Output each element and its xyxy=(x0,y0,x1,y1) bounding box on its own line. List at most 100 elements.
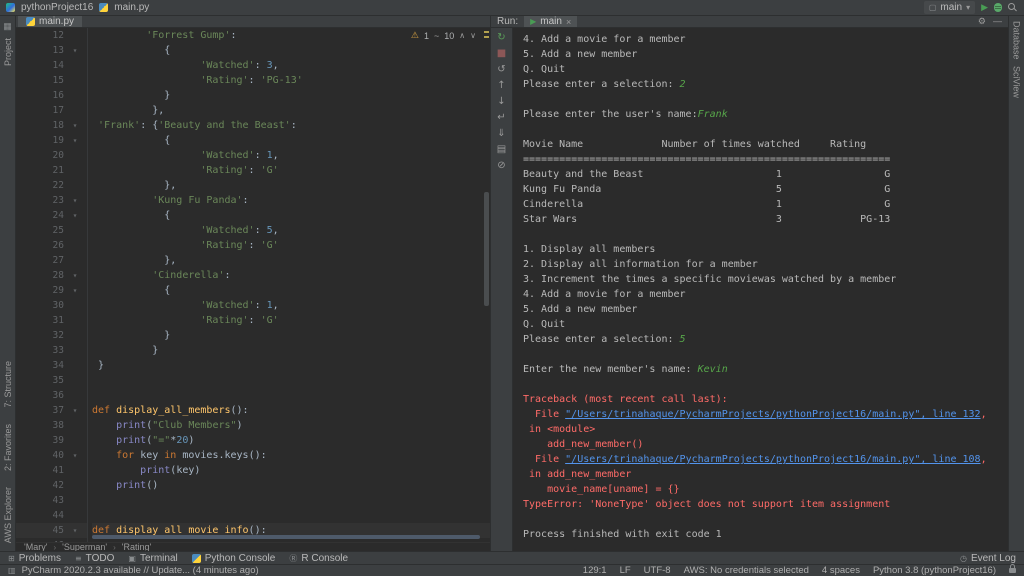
fold-icon[interactable]: ▾ xyxy=(64,208,86,223)
tool-button-label: Terminal xyxy=(139,552,178,564)
status-item[interactable]: Python 3.8 (pythonProject16) xyxy=(873,565,996,576)
console-line: ========================================… xyxy=(523,152,1008,167)
rerun-icon[interactable]: ↻ xyxy=(497,32,505,43)
fold-icon[interactable]: ▾ xyxy=(64,268,86,283)
console-text: 1. Display all members xyxy=(523,244,656,255)
code-token: display_all_members xyxy=(116,405,231,416)
code-line: 'Cinderella': xyxy=(92,268,490,283)
run-icon: ▶ xyxy=(530,17,537,26)
editor-tab-main-py[interactable]: main.py xyxy=(18,16,83,27)
close-icon[interactable]: × xyxy=(566,17,571,27)
console-text: in <module> xyxy=(523,424,596,435)
fold-icon[interactable]: ▾ xyxy=(64,133,86,148)
run-config-selector[interactable]: ▢ main ▾ xyxy=(923,1,976,14)
stop-icon[interactable]: ■ xyxy=(497,48,506,59)
next-warning-icon[interactable]: ∨ xyxy=(470,31,476,40)
console-text: Kung Fu Panda 5 G xyxy=(523,184,891,195)
inspection-widget[interactable]: ⚠ 1 ~10 ∧ ∨ xyxy=(411,30,476,41)
console-line: movie_name[uname] = {} xyxy=(523,482,1008,497)
fold-icon[interactable]: ▾ xyxy=(64,193,86,208)
line-number: 44 xyxy=(52,510,64,521)
right-tool-stripe: Database SciView xyxy=(1008,16,1024,551)
tool-button-terminal[interactable]: ▣ Terminal xyxy=(128,553,177,564)
status-item[interactable]: AWS: No credentials selected xyxy=(684,565,809,576)
hide-panel-icon[interactable]: — xyxy=(993,16,1002,27)
console-text: 4. Add a movie for a member xyxy=(523,289,686,300)
horizontal-scrollbar[interactable] xyxy=(92,535,480,539)
code-token: "Club Members" xyxy=(152,420,237,431)
debug-button[interactable] xyxy=(994,3,1002,12)
warning-stripe-mark[interactable] xyxy=(484,36,489,38)
traceback-link[interactable]: "/Users/trinahaque/PycharmProjects/pytho… xyxy=(565,409,980,420)
gutter-row: 20 xyxy=(16,148,87,163)
scrollbar-thumb[interactable] xyxy=(484,192,489,306)
stripe-button-project[interactable]: Project xyxy=(3,38,13,66)
tool-button-icon: ≡ xyxy=(74,553,82,563)
up-stack-trace-icon[interactable]: ↑ xyxy=(497,80,505,91)
stripe-button-sciview[interactable]: SciView xyxy=(1012,66,1022,98)
fold-icon[interactable]: ▾ xyxy=(64,43,86,58)
code-token: : xyxy=(224,270,231,281)
fold-icon[interactable]: ▾ xyxy=(64,283,86,298)
settings-gear-icon[interactable]: ⚙ xyxy=(978,16,986,27)
prev-warning-icon[interactable]: ∧ xyxy=(459,31,465,40)
line-number: 22 xyxy=(52,180,64,191)
line-number: 24 xyxy=(52,210,64,221)
code-token: ) xyxy=(194,465,201,476)
tool-button-todo[interactable]: ≡ TODO xyxy=(75,553,114,564)
gutter-row: 46 xyxy=(16,538,87,542)
warning-icon: ⚠ xyxy=(410,30,419,40)
down-stack-trace-icon[interactable]: ↓ xyxy=(497,96,505,107)
run-button[interactable]: ▶ xyxy=(981,2,988,13)
warning-stripe-mark[interactable] xyxy=(484,31,489,33)
tool-button-problems[interactable]: ⊞ Problems xyxy=(8,553,61,564)
tool-button-r-console[interactable]: Ⓡ R Console xyxy=(289,553,348,564)
status-item[interactable]: LF xyxy=(620,565,631,576)
console-text: 3. Increment the times a specific moview… xyxy=(523,274,897,285)
fold-icon[interactable]: ▾ xyxy=(64,448,86,463)
status-item[interactable]: UTF-8 xyxy=(644,565,671,576)
search-everywhere-icon[interactable] xyxy=(1008,2,1018,13)
traceback-link[interactable]: "/Users/trinahaque/PycharmProjects/pytho… xyxy=(565,454,980,465)
stripe-button-database[interactable]: Database xyxy=(1012,21,1022,60)
run-tab-label: main xyxy=(540,16,562,27)
editor-tabbar: main.py xyxy=(16,16,490,28)
fold-icon[interactable]: ▾ xyxy=(64,118,86,133)
stripe-button--favorites[interactable]: 2: Favorites xyxy=(3,424,13,471)
event-log-button[interactable]: ◷ Event Log xyxy=(960,553,1016,564)
tool-window-switcher-icon[interactable]: ▥ xyxy=(8,566,16,575)
stripe-button-aws-explorer[interactable]: AWS Explorer xyxy=(3,487,13,543)
left-stripe-bottom: 7: Structure 2: Favorites AWS Explorer xyxy=(3,361,13,551)
line-number: 18 xyxy=(52,120,64,131)
project-tool-icon[interactable]: ▦ xyxy=(3,21,12,32)
gutter-row: 41 xyxy=(16,463,87,478)
restore-layout-icon[interactable]: ↺ xyxy=(497,64,505,75)
clear-all-icon[interactable]: ⊘ xyxy=(497,160,505,171)
stripe-button--structure[interactable]: 7: Structure xyxy=(3,361,13,408)
scroll-to-end-icon[interactable]: ⇓ xyxy=(497,128,505,139)
status-message[interactable]: PyCharm 2020.2.3 available // Update... … xyxy=(22,565,259,576)
gutter-row: 37 ▾ xyxy=(16,403,87,418)
line-number: 21 xyxy=(52,165,64,176)
code-token: print xyxy=(116,435,147,446)
code-token: { xyxy=(164,285,171,296)
fold-icon[interactable]: ▾ xyxy=(64,403,86,418)
fold-icon[interactable]: ▾ xyxy=(64,523,86,538)
console-output[interactable]: 4. Add a movie for a member 5. Add a new … xyxy=(513,28,1008,551)
code-token: : xyxy=(248,315,261,326)
soft-wrap-icon[interactable]: ↵ xyxy=(497,112,505,123)
tool-button-python-console[interactable]: Python Console xyxy=(191,553,275,564)
tool-button-label: Problems xyxy=(18,552,61,564)
lock-icon[interactable] xyxy=(1009,564,1016,573)
code-editor[interactable]: 12 13 ▾ 14 15 16 17 18 ▾ 19 ▾ 20 21 22 23 ▾ 24 ▾ 25 26 27 28 ▾… xyxy=(16,28,490,542)
vertical-scrollbar[interactable] xyxy=(483,28,490,542)
status-item[interactable]: 4 spaces xyxy=(822,565,860,576)
status-item[interactable]: 129:1 xyxy=(583,565,607,576)
print-icon[interactable]: ▤ xyxy=(497,144,506,155)
run-tab-main[interactable]: ▶ main × xyxy=(524,16,578,27)
